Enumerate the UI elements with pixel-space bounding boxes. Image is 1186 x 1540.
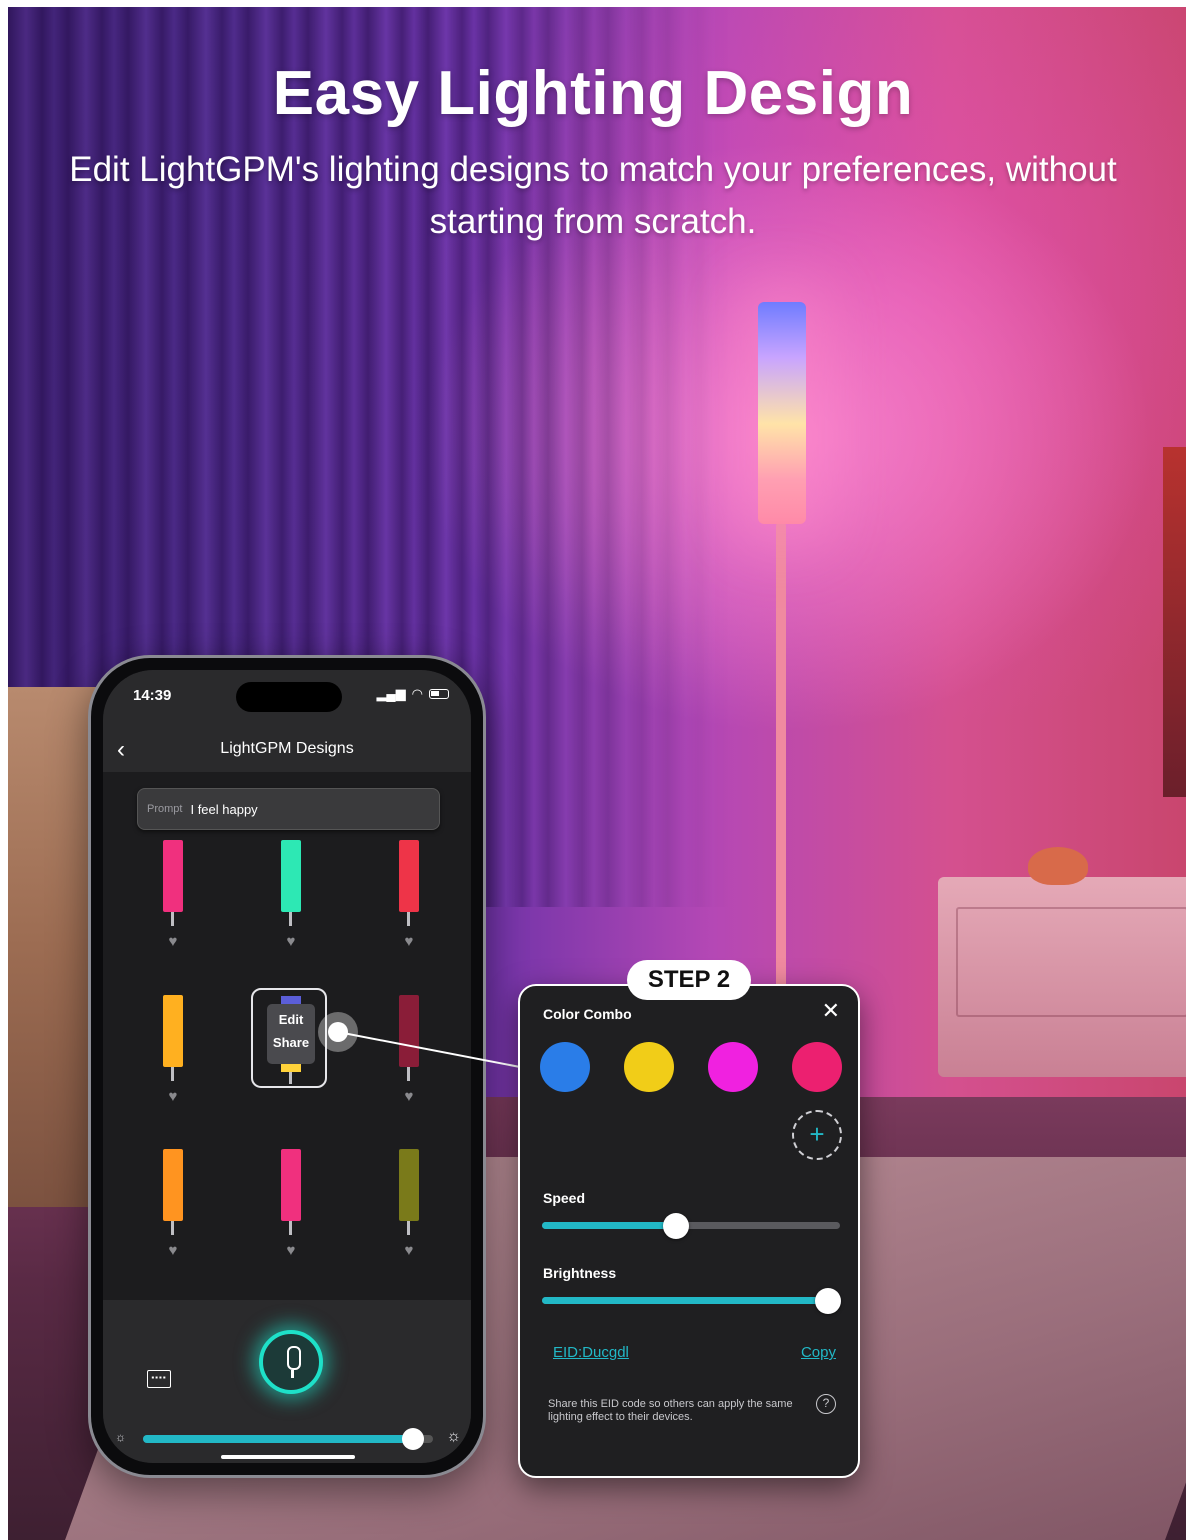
heart-icon[interactable]: ♥	[399, 1242, 419, 1259]
design-item[interactable]: ♥	[261, 840, 321, 960]
design-item[interactable]: ♥	[379, 840, 439, 960]
design-stem	[289, 912, 292, 926]
design-stem	[407, 1221, 410, 1235]
color-combo-title: Color Combo	[543, 1006, 632, 1022]
dynamic-island	[236, 682, 342, 712]
color-swatch[interactable]	[792, 1042, 842, 1092]
edit-button[interactable]: Edit	[267, 1012, 315, 1027]
tv-cabinet	[938, 877, 1186, 1077]
design-stem	[171, 1221, 174, 1235]
design-thumbnail	[163, 1149, 183, 1221]
page-title: LightGPM Designs	[220, 740, 354, 757]
color-swatch[interactable]	[540, 1042, 590, 1092]
copy-link[interactable]: Copy	[801, 1344, 836, 1361]
design-thumbnail	[399, 995, 419, 1067]
brightness-high-icon: ☼	[446, 1428, 461, 1445]
color-swatches	[540, 1042, 846, 1094]
headline: Easy Lighting Design	[272, 59, 914, 128]
design-stem	[407, 912, 410, 926]
microphone-button[interactable]	[259, 1330, 323, 1394]
design-stem	[171, 1067, 174, 1081]
design-item[interactable]: ♥	[379, 995, 439, 1115]
heart-icon[interactable]: ♥	[281, 933, 301, 950]
speed-label: Speed	[543, 1190, 586, 1206]
share-note: Share this EID code so others can apply …	[548, 1398, 793, 1423]
floor-lamp-pole	[776, 522, 786, 992]
design-item[interactable]: ♥	[143, 1149, 203, 1269]
design-item[interactable]: ♥	[261, 1149, 321, 1269]
wall-painting	[1163, 447, 1186, 797]
color-swatch[interactable]	[624, 1042, 674, 1092]
design-item[interactable]: ♥	[143, 995, 203, 1115]
design-thumbnail	[399, 1149, 419, 1221]
brightness-slider-handle[interactable]	[401, 1428, 424, 1450]
design-thumbnail	[163, 995, 183, 1067]
prompt-label: Prompt	[147, 803, 183, 815]
plus-icon[interactable]: +	[792, 1110, 842, 1160]
prompt-value: I feel happy	[190, 801, 258, 817]
brightness-slider-fill	[143, 1435, 413, 1443]
heart-icon[interactable]: ♥	[163, 1242, 183, 1259]
design-thumbnail	[399, 840, 419, 912]
design-thumbnail	[281, 1149, 301, 1221]
color-combo-panel: Color Combo ✕ + Speed Brightness EID:Duc…	[518, 984, 860, 1478]
status-bar: 14:39 ▂▄▆ ◠	[103, 670, 471, 728]
heart-icon[interactable]: ♥	[399, 933, 419, 950]
heart-icon[interactable]: ♥	[163, 1088, 183, 1105]
question-icon[interactable]: ?	[816, 1394, 836, 1414]
battery-icon	[429, 689, 449, 699]
brightness-combo-slider-handle[interactable]	[815, 1288, 842, 1314]
nav-bar: ‹ LightGPM Designs	[103, 728, 471, 772]
status-time: 14:39	[133, 687, 172, 704]
step-badge: STEP 2	[627, 960, 751, 1000]
brightness-combo-slider[interactable]	[542, 1288, 842, 1314]
design-stem	[289, 1221, 292, 1235]
design-stem	[407, 1067, 410, 1081]
status-icons: ▂▄▆ ◠	[376, 686, 449, 702]
close-icon[interactable]: ✕	[822, 1000, 840, 1022]
bottom-panel: ▪▪▪▪ ☼ ☼	[103, 1300, 471, 1463]
design-stem	[171, 912, 174, 926]
home-indicator	[221, 1455, 355, 1459]
floor-lamp-light	[758, 302, 806, 524]
phone-screen: 14:39 ▂▄▆ ◠ ‹ LightGPM Designs Prompt I …	[103, 670, 471, 1463]
heart-icon[interactable]: ♥	[281, 1242, 301, 1259]
speed-slider-handle[interactable]	[663, 1213, 690, 1239]
design-thumbnail-top	[281, 996, 301, 1004]
signal-icon: ▂▄▆	[376, 686, 406, 701]
design-context-menu: Edit Share	[267, 1004, 315, 1064]
heart-icon[interactable]: ♥	[163, 933, 183, 950]
design-thumbnail	[281, 840, 301, 912]
brightness-label: Brightness	[543, 1265, 617, 1281]
keyboard-icon[interactable]: ▪▪▪▪	[147, 1370, 171, 1388]
design-item[interactable]: ♥	[143, 840, 203, 960]
selected-design-card[interactable]: Edit Share	[251, 988, 327, 1088]
heart-icon[interactable]: ♥	[399, 1088, 419, 1105]
decor-pumpkin	[1028, 847, 1088, 885]
brightness-low-icon: ☼	[115, 1430, 126, 1444]
design-thumbnail	[163, 840, 183, 912]
speed-slider[interactable]	[542, 1213, 840, 1239]
design-thumbnail-bottom	[281, 1064, 301, 1072]
subline: Edit LightGPM's lighting designs to matc…	[69, 150, 1117, 241]
design-stem	[289, 1072, 292, 1084]
prompt-input[interactable]: Prompt I feel happy	[137, 788, 440, 830]
speed-slider-fill	[542, 1222, 677, 1229]
eid-code-link[interactable]: EID:Ducgdl	[553, 1344, 629, 1361]
color-swatch[interactable]	[708, 1042, 758, 1092]
brightness-slider[interactable]	[143, 1428, 433, 1450]
share-button[interactable]: Share	[267, 1035, 315, 1050]
phone-mockup: 14:39 ▂▄▆ ◠ ‹ LightGPM Designs Prompt I …	[88, 655, 486, 1478]
design-item[interactable]: ♥	[379, 1149, 439, 1269]
wifi-icon: ◠	[411, 686, 423, 701]
brightness-combo-slider-fill	[542, 1297, 829, 1304]
